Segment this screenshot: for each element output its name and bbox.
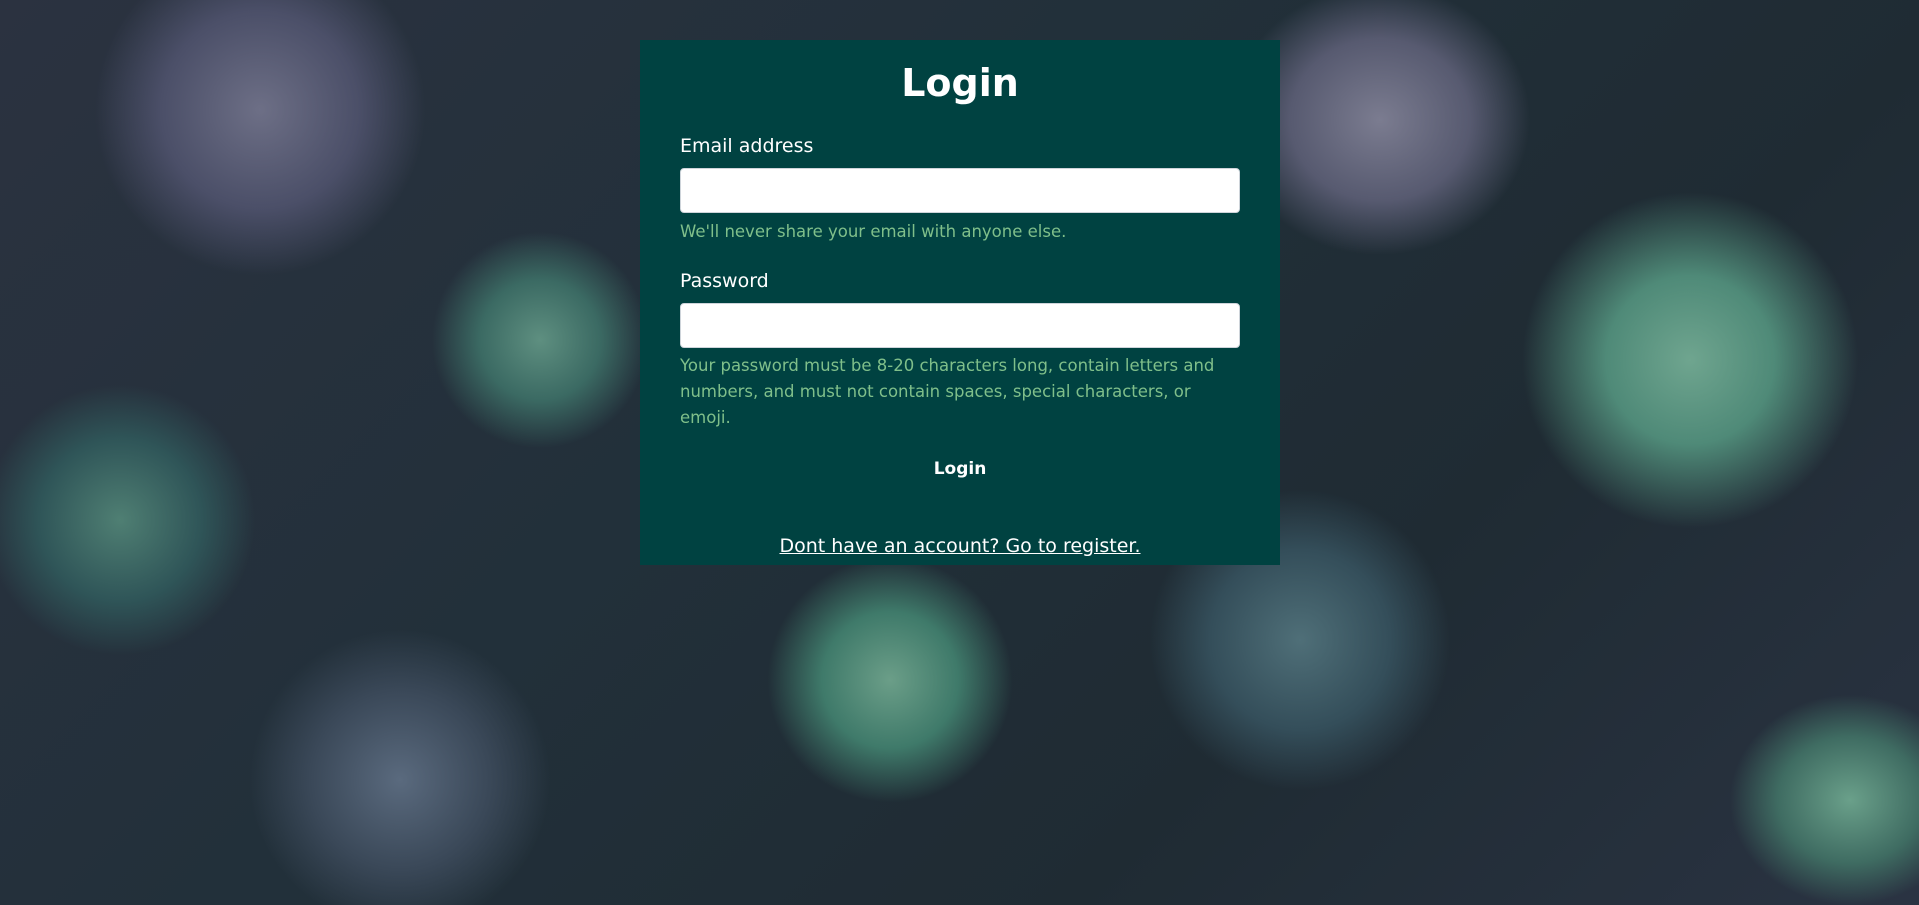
login-title: Login <box>901 61 1019 105</box>
password-field[interactable] <box>680 303 1240 348</box>
email-field[interactable] <box>680 168 1240 213</box>
password-help-text: Your password must be 8-20 characters lo… <box>680 356 1215 427</box>
login-button[interactable]: Login <box>922 453 999 485</box>
email-help-text: We'll never share your email with anyone… <box>680 222 1067 241</box>
register-link[interactable]: Dont have an account? Go to register. <box>680 535 1240 557</box>
email-label: Email address <box>680 135 814 157</box>
password-label: Password <box>680 270 769 292</box>
login-card: Login Email address We'll never share yo… <box>640 40 1280 565</box>
